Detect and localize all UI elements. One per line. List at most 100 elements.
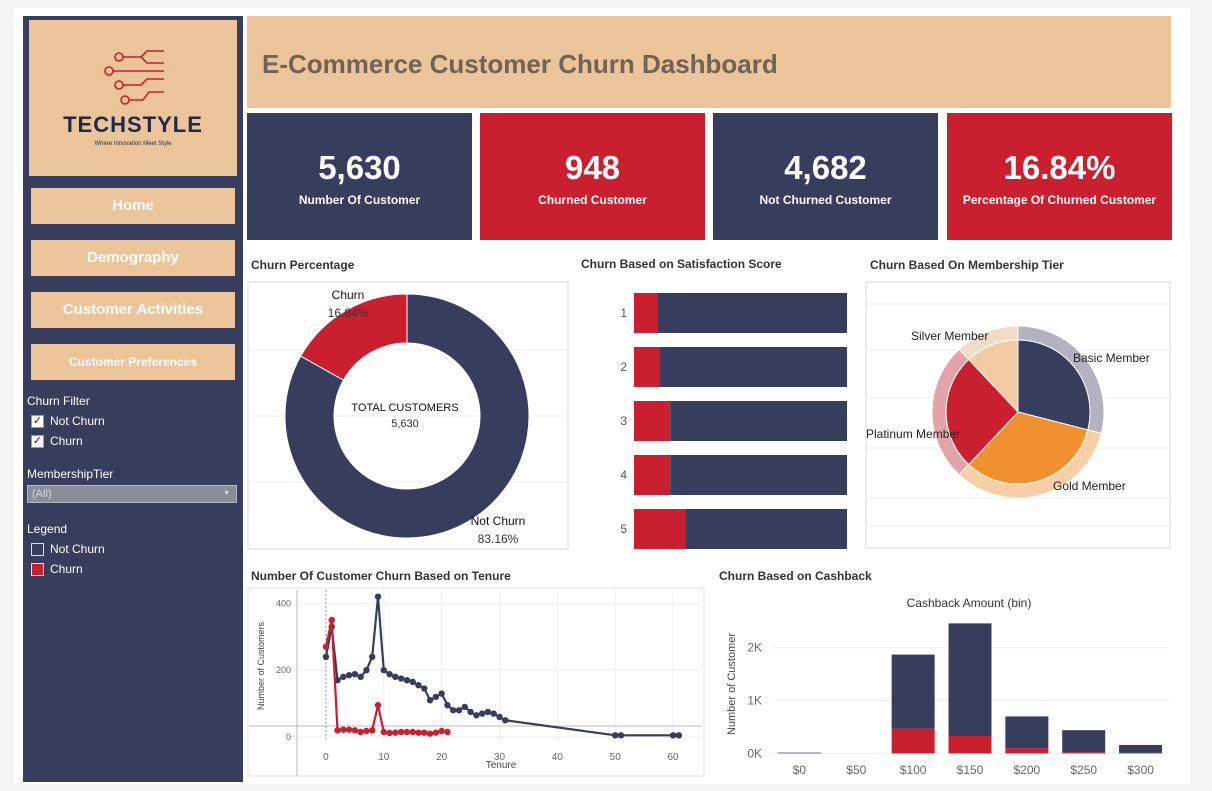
point-churn[interactable]: [421, 729, 428, 736]
point-churn[interactable]: [386, 729, 393, 737]
point-not-churn[interactable]: [484, 708, 492, 716]
point-not-churn[interactable]: [455, 707, 463, 714]
bar-churn[interactable]: [1005, 748, 1049, 754]
point-not-churn[interactable]: [461, 703, 468, 711]
point-not-churn[interactable]: [467, 708, 474, 716]
bar-not-churn[interactable]: [891, 654, 935, 729]
bar-churn[interactable]: [634, 347, 660, 387]
point-churn[interactable]: [444, 728, 451, 736]
bar-not-churn[interactable]: [670, 455, 847, 495]
point-not-churn[interactable]: [502, 717, 509, 724]
point-churn[interactable]: [403, 728, 411, 736]
point-not-churn[interactable]: [496, 713, 503, 721]
point-not-churn[interactable]: [617, 732, 625, 739]
dashboard-page: TECHSTYLE Where Innovation Meet Style Ho…: [0, 0, 1212, 791]
bar-churn[interactable]: [634, 509, 686, 549]
point-churn[interactable]: [340, 726, 347, 733]
point-churn[interactable]: [328, 616, 335, 624]
churn-filter-label: Churn Filter: [27, 394, 90, 408]
bar-churn[interactable]: [634, 401, 671, 441]
point-churn[interactable]: [392, 729, 399, 736]
point-churn[interactable]: [426, 730, 434, 737]
bar-not-churn[interactable]: [659, 347, 847, 387]
point-not-churn[interactable]: [675, 732, 683, 739]
point-churn[interactable]: [415, 729, 422, 736]
bar-churn[interactable]: [634, 455, 671, 495]
point-not-churn[interactable]: [444, 702, 451, 709]
point-not-churn[interactable]: [369, 653, 376, 661]
checkbox-checked-icon[interactable]: ✓: [31, 434, 44, 448]
nav-customer-activities-button[interactable]: Customer Activities: [31, 292, 235, 328]
point-churn[interactable]: [363, 727, 370, 735]
bar-churn[interactable]: [948, 735, 992, 754]
point-not-churn[interactable]: [426, 697, 434, 704]
point-churn[interactable]: [380, 728, 387, 736]
pie-label-basic: Basic Member: [1073, 351, 1150, 365]
point-churn[interactable]: [409, 728, 416, 736]
point-not-churn[interactable]: [357, 673, 364, 681]
legend-item-not-churn: Not Churn: [31, 541, 105, 557]
bar-not-churn[interactable]: [777, 752, 821, 754]
point-not-churn[interactable]: [340, 673, 347, 681]
point-churn[interactable]: [351, 727, 359, 734]
point-not-churn[interactable]: [612, 732, 619, 739]
point-not-churn[interactable]: [397, 675, 405, 682]
bar-not-churn[interactable]: [657, 293, 847, 333]
bar-not-churn[interactable]: [670, 401, 847, 441]
chevron-down-icon: ▼: [223, 490, 230, 497]
bar-not-churn[interactable]: [1062, 730, 1106, 753]
point-not-churn[interactable]: [363, 666, 370, 674]
filter-not-churn[interactable]: ✓ Not Churn: [31, 413, 105, 429]
x-tick-label: 40: [552, 752, 564, 763]
point-not-churn[interactable]: [392, 673, 399, 681]
point-not-churn[interactable]: [351, 670, 359, 678]
point-not-churn[interactable]: [322, 653, 330, 661]
point-not-churn[interactable]: [478, 710, 486, 717]
bar-not-churn[interactable]: [685, 509, 847, 549]
bar-not-churn[interactable]: [948, 623, 992, 736]
point-not-churn[interactable]: [409, 678, 416, 686]
point-churn[interactable]: [432, 729, 440, 736]
point-churn[interactable]: [438, 727, 445, 735]
x-tick-label: $250: [1070, 763, 1097, 777]
bar-not-churn[interactable]: [1005, 716, 1049, 749]
point-not-churn[interactable]: [669, 732, 677, 739]
bar-churn[interactable]: [891, 728, 935, 754]
checkbox-checked-icon[interactable]: ✓: [31, 414, 44, 428]
point-churn[interactable]: [397, 728, 405, 736]
point-not-churn[interactable]: [432, 693, 440, 701]
membership-select[interactable]: (All) ▼: [27, 485, 237, 503]
point-churn[interactable]: [322, 643, 330, 650]
line-not-churn[interactable]: [324, 596, 679, 737]
point-churn[interactable]: [374, 702, 382, 709]
point-not-churn[interactable]: [374, 593, 382, 600]
point-churn[interactable]: [357, 728, 364, 736]
point-not-churn[interactable]: [421, 685, 428, 692]
point-not-churn[interactable]: [345, 671, 353, 679]
point-not-churn[interactable]: [438, 690, 445, 697]
point-not-churn[interactable]: [415, 682, 422, 689]
filter-churn[interactable]: ✓ Churn: [31, 433, 83, 449]
nav-demography-button[interactable]: Demography: [31, 240, 235, 276]
bar-not-churn[interactable]: [1119, 744, 1163, 753]
bar-churn[interactable]: [1062, 752, 1106, 754]
point-not-churn[interactable]: [386, 670, 393, 678]
point-not-churn[interactable]: [450, 707, 457, 714]
y-tick-label: 2K: [747, 641, 762, 655]
point-not-churn[interactable]: [490, 710, 497, 717]
point-not-churn[interactable]: [403, 676, 411, 684]
x-tick-label: 10: [378, 752, 390, 763]
bar-churn[interactable]: [1119, 752, 1163, 754]
logo-name: TECHSTYLE: [63, 112, 203, 137]
circuit-logo-icon: [104, 50, 164, 105]
point-not-churn[interactable]: [380, 666, 387, 674]
x-tick-label: 0: [323, 752, 329, 763]
point-churn[interactable]: [345, 726, 353, 733]
point-churn[interactable]: [369, 727, 376, 734]
bar-churn[interactable]: [634, 293, 658, 333]
point-churn[interactable]: [334, 727, 341, 734]
nav-home-button[interactable]: Home: [31, 188, 235, 224]
nav-customer-preferences-button[interactable]: Customer Preferences: [31, 344, 235, 380]
donut-pct-not-churn: 83.16%: [478, 532, 519, 546]
point-not-churn[interactable]: [473, 712, 480, 719]
